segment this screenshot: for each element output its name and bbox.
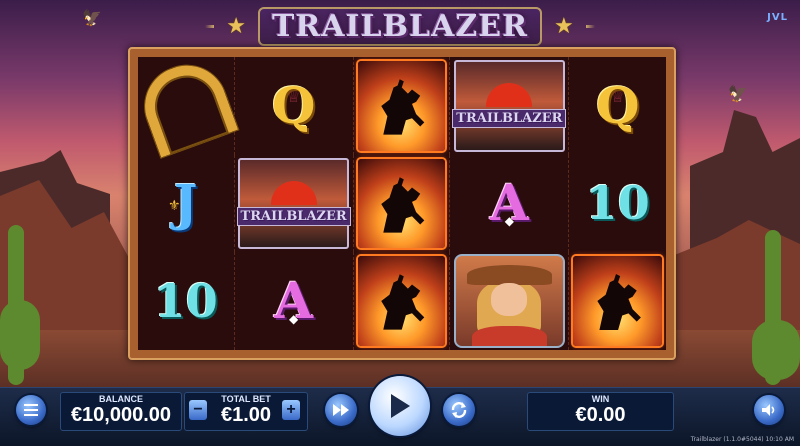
fast-forward-icon (333, 404, 349, 416)
autoplay-icon (451, 402, 467, 418)
win-display: WIN €0.00 (527, 392, 674, 431)
game-logo: TRAILBLAZER (257, 6, 543, 46)
brand-logo: JVL (767, 12, 788, 23)
bird-icon: 🦅 (82, 10, 102, 27)
star-icon: ★ (554, 13, 574, 38)
bet-increase-button[interactable]: + (282, 400, 300, 420)
cowboy-hat-icon (466, 265, 552, 285)
spin-button[interactable] (370, 376, 430, 436)
symbol-10: 10 (153, 274, 218, 329)
trailblazer-wild-symbol: TRAILBLAZER (236, 157, 351, 250)
horse-rider-icon (358, 256, 446, 346)
reel-cell: A ◆ (235, 252, 354, 350)
sunset-icon (486, 83, 533, 108)
autoplay-button[interactable] (443, 394, 475, 426)
cowgirl-shirt (472, 326, 547, 347)
cactus-left-arm (0, 300, 40, 370)
horse-rider-symbol (573, 256, 663, 347)
menu-button[interactable] (16, 395, 46, 425)
cowgirl-face (491, 283, 528, 316)
bird-icon: 🦅 (728, 86, 748, 103)
fast-forward-button[interactable] (325, 394, 357, 426)
sound-button[interactable] (754, 395, 784, 425)
win-value: €0.00 (575, 404, 626, 426)
reel-cell: TRAILBLAZER (450, 57, 570, 155)
symbol-10: 10 (585, 176, 650, 231)
trailblazer-symbol-text: TRAILBLAZER (236, 206, 351, 226)
trailblazer-symbol-text: TRAILBLAZER (452, 109, 567, 129)
reel-cell: 10 (569, 155, 666, 253)
reel-cell: 10 (138, 252, 235, 350)
speaker-icon (762, 404, 775, 416)
reel-cell: Q ♕ (235, 57, 354, 155)
reel-cell (450, 252, 570, 350)
star-icon: ★ (226, 13, 246, 38)
cactus-right-arm (752, 320, 800, 380)
trailblazer-wild-symbol: TRAILBLAZER (452, 59, 567, 152)
banner-wing-right (585, 24, 595, 28)
horse-rider-symbol (357, 256, 446, 347)
menu-icon (24, 404, 38, 416)
diamond-icon: ◆ (289, 311, 299, 326)
horse-rider-icon (358, 61, 446, 151)
version-text: Trailblazer (1.1.0#5044) 10:10 AM (690, 436, 794, 443)
play-icon (391, 394, 410, 418)
reel-grid: Q ♕ TRAILBLAZER Q ♕ ⚜ J TRAILBLAZER A ◆ 10 10 A ◆ (133, 54, 666, 350)
sunset-icon (270, 180, 317, 205)
reel-cell (354, 57, 451, 155)
reel-cell (569, 252, 666, 350)
banner-wing-left (205, 24, 215, 28)
reel-cell (354, 154, 451, 253)
balance-value: €10,000.00 (70, 404, 172, 426)
balance-display: BALANCE €10,000.00 (60, 392, 182, 431)
reel-cell (133, 54, 238, 158)
reel-cell (354, 252, 451, 350)
horse-rider-icon (358, 159, 446, 249)
balance-label: BALANCE (99, 394, 143, 404)
crown-icon: ♕ (286, 89, 301, 106)
horse-rider-symbol (357, 158, 446, 249)
title-banner: ★ TRAILBLAZER ★ (205, 6, 595, 46)
reel-frame: Q ♕ TRAILBLAZER Q ♕ ⚜ J TRAILBLAZER A ◆ 10 10 A ◆ (128, 47, 676, 360)
reel-cell: TRAILBLAZER (235, 154, 354, 253)
reel-cell: A ◆ (450, 154, 570, 253)
horseshoe-icon (133, 54, 238, 158)
reel-cell: Q ♕ (569, 57, 666, 155)
diamond-icon: ◆ (504, 214, 514, 229)
fleur-de-lis-icon: ⚜ (168, 196, 181, 213)
bet-decrease-button[interactable]: − (189, 400, 207, 420)
crown-icon: ♕ (610, 89, 625, 106)
win-label: WIN (591, 394, 610, 404)
horse-rider-icon (573, 256, 662, 346)
cowgirl-symbol (454, 254, 565, 349)
horse-rider-symbol (357, 60, 446, 151)
reel-cell: ⚜ J (138, 154, 235, 253)
